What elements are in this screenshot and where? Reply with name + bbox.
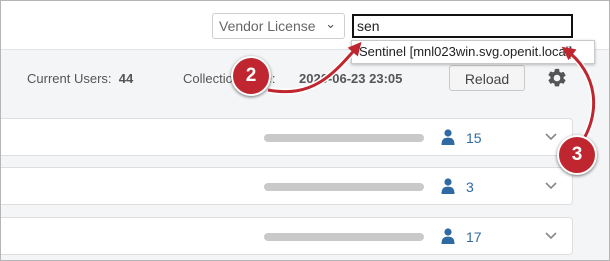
callout-badge-3: 3 [557,135,597,175]
callout-arrow-2 [267,41,362,94]
callout-badge-2: 2 [231,56,271,96]
callout-arrows [267,41,597,150]
